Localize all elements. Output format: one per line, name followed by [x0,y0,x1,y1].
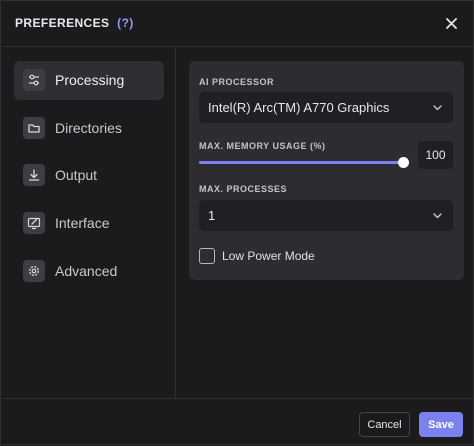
memory-usage-label: MAX. MEMORY USAGE (%) [199,141,326,151]
sidebar-item-label: Processing [55,72,125,88]
settings-sidebar: Processing Directories Output Interface … [1,48,176,398]
low-power-checkbox[interactable] [199,248,215,264]
sidebar-item-directories[interactable]: Directories [14,109,164,148]
preferences-dialog: PREFERENCES (?) Processing Directories O… [0,0,474,445]
ai-processor-value: Intel(R) Arc(TM) A770 Graphics [208,100,390,115]
save-button-label: Save [428,418,454,431]
chevron-down-icon [433,105,442,111]
close-icon [445,17,457,29]
sidebar-item-interface[interactable]: Interface [14,204,164,243]
download-icon [23,164,45,186]
dialog-title: PREFERENCES (?) [15,16,134,30]
processing-settings-panel: AI PROCESSOR Intel(R) Arc(TM) A770 Graph… [189,61,464,280]
low-power-label: Low Power Mode [222,249,315,263]
chevron-down-icon [433,213,442,219]
max-processes-label: MAX. PROCESSES [199,184,288,194]
memory-slider-fill [199,161,404,164]
sidebar-item-processing[interactable]: Processing [14,61,164,100]
help-close-paren: ) [129,16,134,30]
ai-processor-label: AI PROCESSOR [199,77,275,87]
sidebar-item-label: Directories [55,120,122,136]
sliders-icon [23,69,45,91]
sidebar-item-output[interactable]: Output [14,156,164,195]
folder-icon [23,117,45,139]
memory-usage-value: 100 [425,148,446,162]
sidebar-item-label: Output [55,167,98,183]
save-button[interactable]: Save [419,412,463,437]
memory-slider-thumb[interactable] [398,157,409,168]
gear-icon [23,260,45,282]
cancel-button-label: Cancel [367,418,402,431]
max-processes-value: 1 [208,208,216,223]
max-processes-select[interactable]: 1 [199,200,453,231]
dialog-header: PREFERENCES (?) [1,1,474,47]
low-power-mode-toggle[interactable]: Low Power Mode [199,247,315,265]
sidebar-item-label: Advanced [55,263,118,279]
sidebar-item-advanced[interactable]: Advanced [14,252,164,291]
ai-processor-select[interactable]: Intel(R) Arc(TM) A770 Graphics [199,92,453,123]
help-button[interactable]: (?) [117,16,134,30]
memory-usage-input[interactable]: 100 [418,141,453,169]
cancel-button[interactable]: Cancel [359,412,410,437]
dialog-title-text: PREFERENCES [15,16,110,30]
monitor-edit-icon [23,212,45,234]
dialog-footer: Cancel Save [1,398,474,446]
sidebar-item-label: Interface [55,215,110,231]
memory-usage-slider[interactable] [199,157,409,168]
close-button[interactable] [441,13,461,33]
